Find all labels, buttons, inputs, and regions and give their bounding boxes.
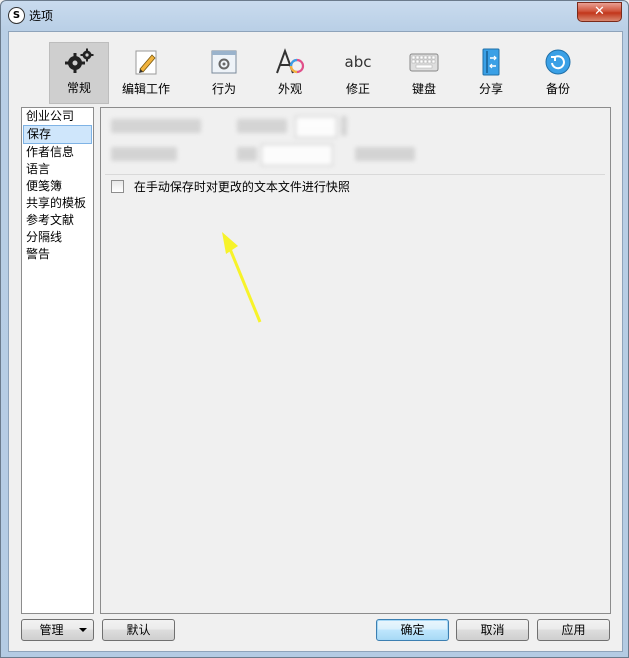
ok-button[interactable]: 确定	[376, 619, 449, 641]
sidebar-item-startup[interactable]: 创业公司	[22, 108, 93, 125]
tab-keyboard-label: 键盘	[411, 82, 436, 96]
sidebar-item-warnings[interactable]: 警告	[22, 246, 93, 263]
settings-panel: 在手动保存时对更改的文本文件进行快照	[100, 107, 611, 614]
separator-line	[105, 174, 605, 175]
tab-sharing[interactable]: 分享	[462, 44, 520, 102]
sidebar-item-author-info[interactable]: 作者信息	[22, 144, 93, 161]
backup-sync-icon	[545, 49, 571, 75]
sidebar-item-saving[interactable]: 保存	[23, 125, 92, 144]
chevron-down-icon	[79, 628, 87, 632]
tab-editing[interactable]: 编辑工作	[117, 44, 175, 102]
tab-backup[interactable]: 备份	[529, 44, 587, 102]
sidebar-item-references[interactable]: 参考文献	[22, 212, 93, 229]
window-gear-icon	[211, 50, 237, 74]
close-button[interactable]: ✕	[577, 2, 622, 22]
sidebar-item-scratchpad[interactable]: 便笺簿	[22, 178, 93, 195]
keyboard-icon	[409, 53, 439, 72]
window-title: 选项	[29, 9, 54, 23]
snapshot-on-save-option[interactable]: 在手动保存时对更改的文本文件进行快照	[111, 178, 350, 196]
tab-editing-label: 编辑工作	[121, 82, 170, 96]
tab-general-label: 常规	[66, 81, 91, 95]
abc-correction-icon: abc	[344, 53, 372, 71]
tab-appearance-label: 外观	[277, 82, 302, 96]
sidebar-item-shared-templates[interactable]: 共享的模板	[22, 195, 93, 212]
settings-category-list: 创业公司 保存 作者信息 语言 便笺簿 共享的模板 参考文献 分隔线 警告	[21, 107, 94, 614]
blurred-settings-area	[105, 112, 605, 170]
snapshot-checkbox-label[interactable]: 在手动保存时对更改的文本文件进行快照	[134, 180, 350, 194]
tab-keyboard[interactable]: 键盘	[395, 44, 453, 102]
tab-general[interactable]: 常规	[49, 42, 109, 104]
annotation-arrow-icon	[222, 232, 262, 323]
defaults-button[interactable]: 默认	[102, 619, 175, 641]
tab-appearance[interactable]: 外观	[261, 44, 319, 102]
tab-sharing-label: 分享	[478, 82, 503, 96]
apply-button[interactable]: 应用	[537, 619, 610, 641]
tab-backup-label: 备份	[545, 82, 570, 96]
share-binder-icon	[482, 48, 500, 76]
category-toolbar: 常规 编辑工作 行为 外观 abc 修正 键盘 分享 备份	[9, 32, 622, 104]
sidebar-item-language[interactable]: 语言	[22, 161, 93, 178]
tab-behavior[interactable]: 行为	[195, 44, 253, 102]
sidebar-item-separators[interactable]: 分隔线	[22, 229, 93, 246]
gears-icon	[65, 48, 94, 73]
manage-dropdown-button[interactable]: 管理	[21, 619, 94, 641]
edit-pen-icon	[135, 50, 157, 75]
manage-button-label: 管理	[39, 623, 64, 637]
app-logo-icon: S	[8, 7, 25, 24]
appearance-a-icon	[276, 48, 305, 74]
tab-corrections[interactable]: abc 修正	[329, 44, 387, 102]
title-bar[interactable]: S 选项 ✕	[1, 1, 628, 29]
tab-behavior-label: 行为	[211, 82, 236, 96]
dialog-body: 常规 编辑工作 行为 外观 abc 修正 键盘 分享 备份 创业公司 保存 作者…	[8, 31, 623, 652]
cancel-button[interactable]: 取消	[456, 619, 529, 641]
tab-corrections-label: 修正	[345, 82, 370, 96]
options-window: S 选项 ✕ 常规 编辑工作 行为 外观 abc 修正 键盘 分享 备份 创业公…	[0, 0, 629, 658]
snapshot-checkbox[interactable]	[111, 180, 124, 193]
